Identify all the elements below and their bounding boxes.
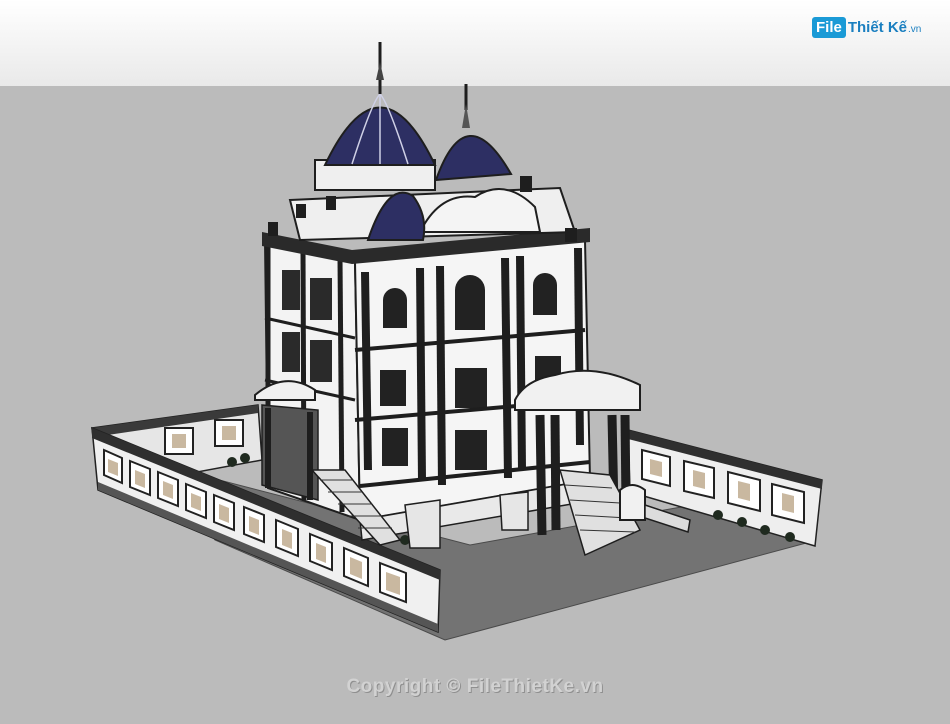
villa-model-render [91,42,823,641]
copyright-watermark: Copyright © FileThietKe.vn [346,676,604,697]
villa-plinth [404,499,441,549]
villa-plinth-right [499,491,529,531]
